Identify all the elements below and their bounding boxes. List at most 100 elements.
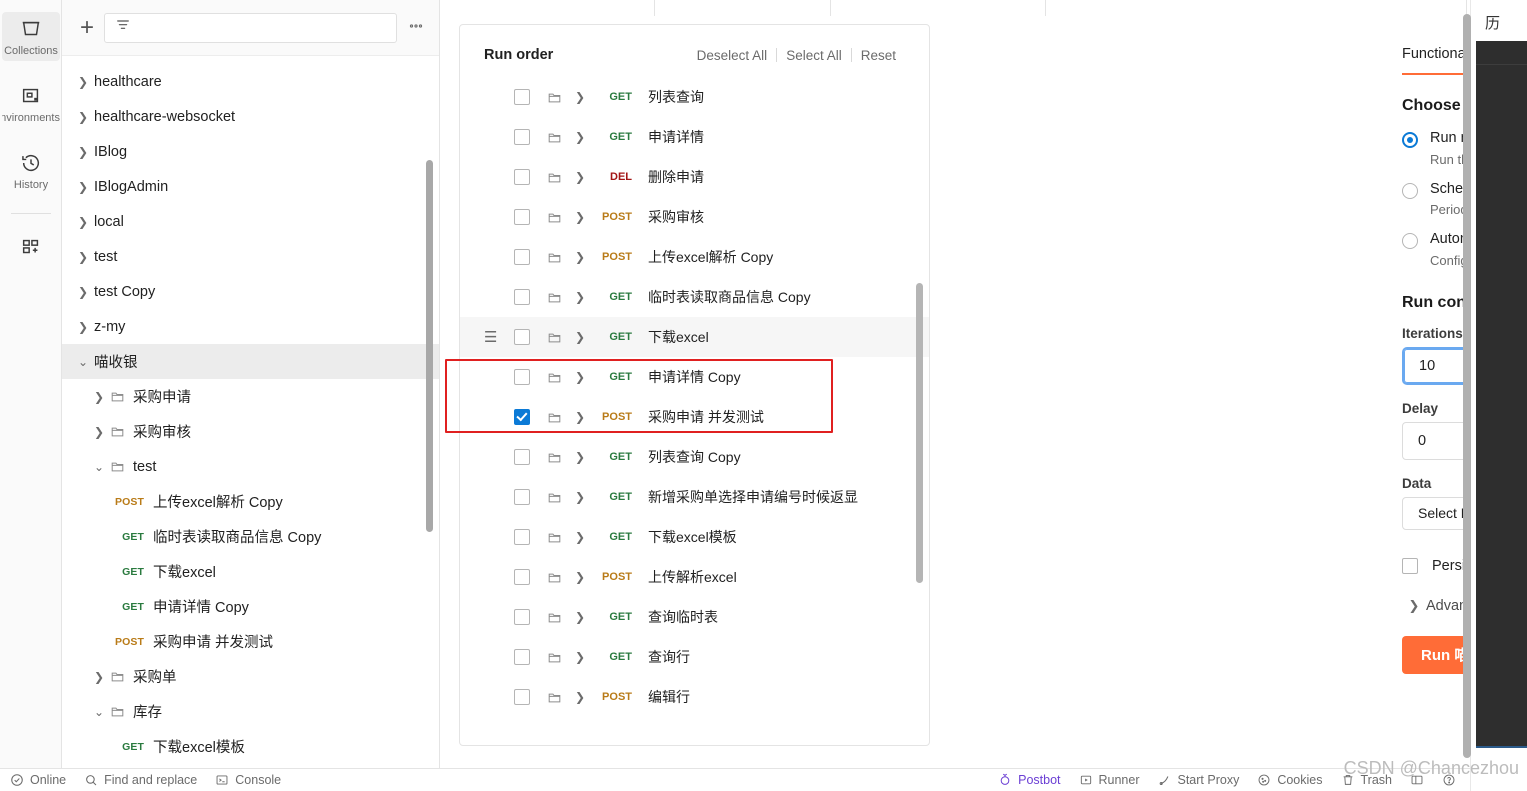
sidebar-folder-item[interactable]: ⌄ test — [62, 449, 439, 484]
run-order-row[interactable]: ❯ GET 查询临时表 — [460, 597, 929, 637]
rail-item-history[interactable]: History — [2, 146, 60, 195]
chevron-right-icon[interactable]: ❯ — [570, 130, 590, 144]
run-order-row[interactable]: ❯ GET 列表查询 Copy — [460, 437, 929, 477]
page-scrollbar[interactable] — [1463, 14, 1471, 758]
chevron-down-icon[interactable]: ⌄ — [88, 705, 110, 719]
run-order-row[interactable]: ❯ POST 采购申请 并发测试 — [460, 397, 929, 437]
run-mode-automate-cli[interactable]: Automate runs via CLI Configure CLI comm… — [1402, 230, 1470, 268]
run-mode-run-manually[interactable]: Run manually Run this collection in the … — [1402, 129, 1470, 167]
chevron-right-icon[interactable]: ❯ — [72, 285, 94, 299]
chevron-right-icon[interactable]: ❯ — [88, 670, 110, 684]
sidebar-scrollbar[interactable] — [426, 160, 433, 532]
chevron-right-icon[interactable]: ❯ — [570, 330, 590, 344]
chevron-right-icon[interactable]: ❯ — [570, 170, 590, 184]
run-order-checkbox[interactable] — [514, 129, 530, 145]
run-order-checkbox[interactable] — [514, 529, 530, 545]
sidebar-request-item[interactable]: GET 下载excel — [62, 554, 439, 589]
run-order-row[interactable]: ❯ GET 查询行 — [460, 637, 929, 677]
sidebar-more-button[interactable] — [407, 17, 425, 39]
new-item-button[interactable]: + — [80, 15, 94, 40]
chevron-right-icon[interactable]: ❯ — [72, 180, 94, 194]
chevron-right-icon[interactable]: ❯ — [570, 450, 590, 464]
radio-automate-cli-icon[interactable] — [1402, 233, 1418, 250]
chevron-down-icon[interactable]: ⌄ — [88, 460, 110, 474]
run-order-scrollbar[interactable] — [916, 283, 923, 583]
run-order-row[interactable]: ❯ POST 编辑行 — [460, 677, 929, 717]
iterations-input[interactable]: 10 — [1402, 346, 1470, 385]
chevron-right-icon[interactable]: ❯ — [570, 690, 590, 704]
postbot-button[interactable]: Postbot — [998, 773, 1061, 787]
trash-button[interactable]: Trash — [1341, 773, 1392, 787]
chevron-right-icon[interactable]: ❯ — [570, 90, 590, 104]
sidebar-request-item[interactable]: POST 采购申请 并发测试 — [62, 624, 439, 659]
sidebar-collection-item[interactable]: ⌄ 喵收银 — [62, 344, 439, 379]
rail-item-environments[interactable]: Environments — [2, 79, 60, 128]
run-order-checkbox[interactable] — [514, 569, 530, 585]
sidebar-collection-item[interactable]: ❯ test — [62, 239, 439, 274]
run-order-row[interactable]: ❯ GET 下载excel模板 — [460, 517, 929, 557]
run-order-row[interactable]: ❯ GET 新增采购单选择申请编号时候返显 — [460, 477, 929, 517]
tab-functional[interactable]: Functional — [1402, 46, 1469, 75]
sidebar-folder-item[interactable]: ❯ 采购单 — [62, 659, 439, 694]
chevron-right-icon[interactable]: ❯ — [570, 490, 590, 504]
run-order-row[interactable]: ❯ POST 上传解析excel — [460, 557, 929, 597]
chevron-right-icon[interactable]: ❯ — [570, 370, 590, 384]
sidebar-request-item[interactable]: GET 下载excel模板 — [62, 729, 439, 764]
run-order-checkbox[interactable] — [514, 89, 530, 105]
rail-item-add-blocks[interactable] — [2, 230, 60, 262]
find-and-replace-button[interactable]: Find and replace — [84, 773, 197, 787]
run-order-checkbox[interactable] — [514, 649, 530, 665]
sidebar-collection-item[interactable]: ❯ IBlog — [62, 134, 439, 169]
run-order-checkbox[interactable] — [514, 169, 530, 185]
console-button[interactable]: Console — [215, 773, 281, 787]
chevron-right-icon[interactable]: ❯ — [72, 75, 94, 89]
run-order-row[interactable]: ❯ POST 上传excel解析 Copy — [460, 237, 929, 277]
status-online-button[interactable]: Online — [10, 773, 66, 787]
run-order-checkbox[interactable] — [514, 369, 530, 385]
sidebar-collection-item[interactable]: ❯ local — [62, 204, 439, 239]
sidebar-request-item[interactable]: GET 申请详情 Copy — [62, 589, 439, 624]
runner-button[interactable]: Runner — [1079, 773, 1140, 787]
run-order-checkbox[interactable] — [514, 689, 530, 705]
tab-partial-2[interactable] — [830, 0, 1046, 16]
delay-input[interactable]: 0 ms — [1402, 421, 1470, 460]
reset-button[interactable]: Reset — [852, 48, 905, 63]
sidebar-folder-item[interactable]: ⌄ 库存 — [62, 694, 439, 729]
sidebar-collection-item[interactable]: ❯ healthcare — [62, 64, 439, 99]
persist-responses-checkbox[interactable] — [1402, 557, 1418, 574]
drag-handle-icon[interactable]: ☰ — [484, 330, 498, 345]
run-order-checkbox[interactable] — [514, 489, 530, 505]
sidebar-collection-item[interactable]: ❯ test Copy — [62, 274, 439, 309]
layout-button[interactable] — [1410, 773, 1424, 787]
run-order-row[interactable]: ❯ DEL 删除申请 — [460, 157, 929, 197]
run-order-row[interactable]: ❯ GET 申请详情 Copy — [460, 357, 929, 397]
select-all-button[interactable]: Select All — [777, 48, 851, 63]
chevron-right-icon[interactable]: ❯ — [570, 610, 590, 624]
chevron-right-icon[interactable]: ❯ — [570, 210, 590, 224]
sidebar-collection-item[interactable]: ❯ z-my — [62, 309, 439, 344]
tab-partial-1[interactable] — [440, 0, 655, 16]
deselect-all-button[interactable]: Deselect All — [688, 48, 777, 63]
run-order-row[interactable]: ☰ ❯ GET 下载excel — [460, 317, 929, 357]
cookies-button[interactable]: Cookies — [1257, 773, 1323, 787]
sidebar-filter-input[interactable] — [104, 12, 397, 43]
run-order-row[interactable]: ❯ GET 列表查询 — [460, 77, 929, 117]
tab-partial-3[interactable] — [1045, 0, 1467, 16]
rail-item-collections[interactable]: Collections — [2, 12, 60, 61]
sidebar-collection-item[interactable]: ❯ healthcare-websocket — [62, 99, 439, 134]
run-collection-button[interactable]: Run 喵收银 — [1402, 635, 1470, 674]
select-file-button[interactable]: Select File — [1402, 496, 1470, 530]
run-order-checkbox[interactable] — [514, 209, 530, 225]
chevron-down-icon[interactable]: ⌄ — [72, 355, 94, 369]
chevron-right-icon[interactable]: ❯ — [72, 250, 94, 264]
chevron-right-icon[interactable]: ❯ — [570, 250, 590, 264]
run-order-row[interactable]: ❯ GET 临时表读取商品信息 Copy — [460, 277, 929, 317]
run-order-checkbox[interactable] — [514, 609, 530, 625]
run-order-checkbox[interactable] — [514, 409, 530, 425]
chevron-right-icon[interactable]: ❯ — [72, 320, 94, 334]
sidebar-folder-item[interactable]: ❯ 采购审核 — [62, 414, 439, 449]
chevron-right-icon[interactable]: ❯ — [570, 410, 590, 424]
chevron-right-icon[interactable]: ❯ — [88, 425, 110, 439]
chevron-right-icon[interactable]: ❯ — [570, 650, 590, 664]
sidebar-request-item[interactable]: POST 上传excel解析 Copy — [62, 484, 439, 519]
